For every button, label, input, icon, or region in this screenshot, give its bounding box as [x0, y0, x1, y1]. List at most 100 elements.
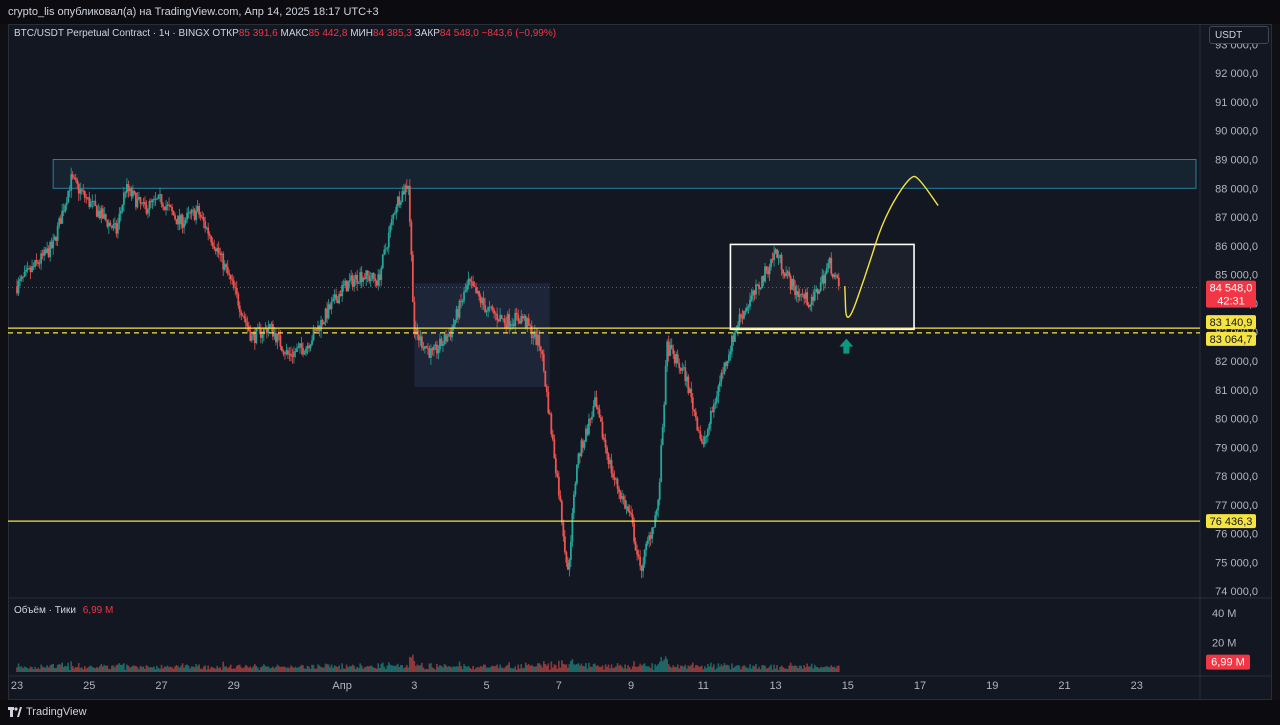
candle-body: [542, 354, 545, 371]
time-tick-label: 11: [698, 680, 709, 692]
time-tick-label: 9: [628, 680, 634, 692]
candle-body: [708, 423, 711, 429]
candle-body: [631, 514, 634, 524]
price-tick-label: 74 000,0: [1215, 586, 1258, 598]
volume-bar: [485, 667, 488, 672]
volume-bar: [226, 668, 229, 672]
candle-body: [226, 267, 229, 274]
candle-body: [335, 294, 338, 301]
candle-body: [433, 346, 435, 351]
volume-bar: [654, 664, 656, 672]
candle-body: [627, 506, 629, 512]
volume-bar: [371, 666, 374, 672]
candle-body: [574, 483, 577, 495]
volume-bar: [696, 665, 699, 672]
candle-body: [290, 353, 292, 356]
candle-body: [38, 263, 41, 265]
volume-bar: [538, 663, 541, 672]
volume-bar: [448, 666, 450, 672]
volume-bar: [229, 664, 232, 672]
candle-body: [616, 478, 619, 489]
candle-body: [706, 428, 709, 437]
candle-body: [645, 543, 648, 550]
volume-bar: [830, 665, 833, 672]
candle-body: [703, 436, 706, 445]
volume-bar: [153, 666, 155, 672]
volume-bar: [767, 668, 769, 672]
volume-bar: [190, 666, 193, 672]
volume-bar: [794, 665, 796, 672]
currency-button[interactable]: USDT: [1209, 26, 1269, 44]
price-tick-label: 87 000,0: [1215, 212, 1258, 224]
volume-bar: [416, 664, 419, 672]
volume-bar: [810, 663, 813, 672]
volume-bar: [363, 667, 366, 672]
price-tick-label: 89 000,0: [1215, 155, 1258, 167]
volume-bar: [595, 665, 598, 672]
price-chart[interactable]: 74 000,0 75 000,0 76 000,0 77 000,0 78 000,0…: [0, 0, 1280, 725]
volume-bar: [579, 665, 581, 672]
volume-bar: [127, 665, 130, 672]
volume-bar: [439, 664, 441, 672]
volume-bar: [71, 665, 74, 672]
close-label: ЗАКР: [414, 28, 440, 39]
volume-bar: [583, 666, 586, 672]
volume-bar: [252, 666, 255, 672]
candle-body: [89, 201, 92, 207]
candle-body: [31, 266, 33, 273]
high-value: 85 442,8: [308, 28, 348, 39]
candle-body: [393, 213, 396, 215]
volume-bar: [815, 666, 818, 672]
volume-bar: [621, 666, 623, 672]
volume-bar: [305, 668, 307, 672]
candle-body: [473, 286, 476, 288]
volume-bar: [514, 666, 517, 672]
price-tick-label: 81 000,0: [1215, 385, 1258, 397]
volume-bar: [687, 665, 690, 672]
candle-body: [246, 322, 249, 327]
volume-bar: [685, 668, 688, 672]
candle-body: [169, 205, 172, 207]
volume-bar: [210, 666, 212, 672]
volume-bar: [235, 665, 238, 672]
volume-bar: [744, 666, 747, 672]
volume-bar: [213, 668, 215, 672]
candle-body: [293, 351, 295, 357]
volume-bar: [705, 668, 708, 672]
volume-bar: [788, 665, 790, 672]
volume-bar: [681, 665, 684, 672]
volume-bar: [761, 665, 763, 672]
volume-bar: [83, 666, 86, 672]
level-label: 83 064,7: [1210, 334, 1253, 346]
volume-bar: [324, 663, 327, 672]
candle-body: [670, 344, 673, 349]
volume-bar: [785, 668, 787, 672]
candle-body: [204, 221, 207, 229]
volume-bar: [446, 666, 449, 672]
volume-bar: [123, 663, 125, 672]
volume-bar: [466, 666, 468, 672]
candle-body: [17, 281, 20, 294]
volume-bar: [606, 666, 608, 672]
volume-bar: [688, 666, 691, 672]
volume-bar: [684, 664, 687, 672]
volume-bar: [338, 665, 340, 672]
volume-bar: [633, 661, 635, 672]
candle-body: [661, 427, 664, 446]
volume-bar: [825, 665, 828, 672]
volume-bar: [246, 666, 249, 672]
volume-bar: [369, 665, 372, 672]
volume-bar: [318, 665, 321, 672]
volume-bar: [341, 663, 343, 672]
volume-bar: [282, 666, 285, 672]
volume-bar: [49, 665, 51, 672]
candle-body: [408, 185, 411, 222]
volume-bar: [770, 664, 772, 672]
candle-body: [676, 354, 679, 364]
volume-bar: [228, 666, 231, 672]
candle-body: [694, 411, 697, 418]
volume-bar: [86, 667, 89, 672]
volume-bar: [803, 665, 805, 672]
volume-bar: [503, 667, 506, 672]
candle-body: [571, 512, 574, 542]
